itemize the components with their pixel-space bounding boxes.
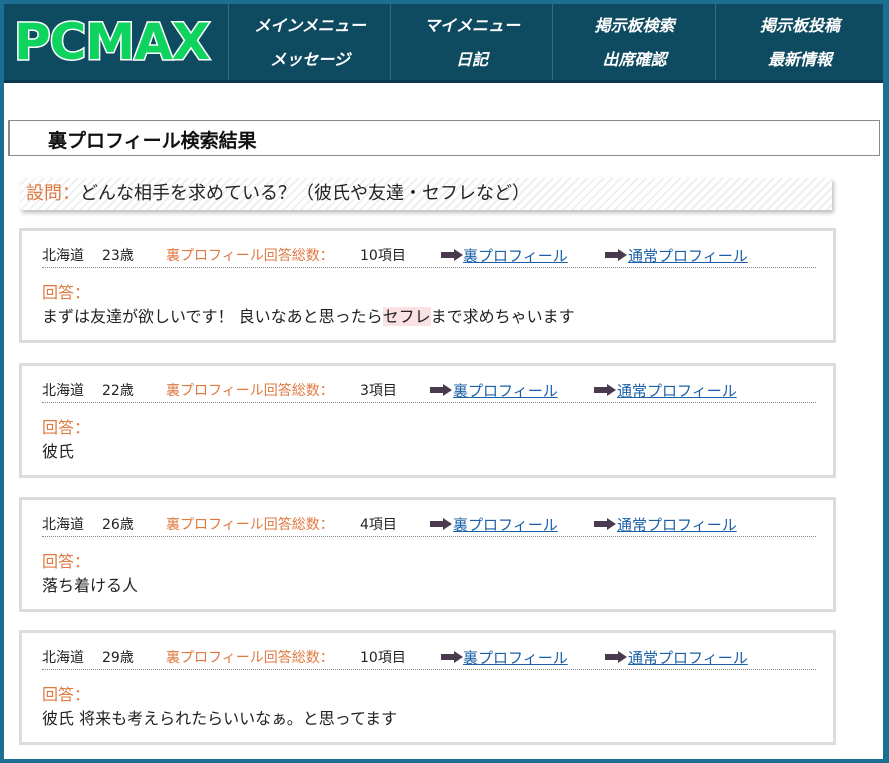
ura-profile-link[interactable]: 裏プロフィール [463, 245, 568, 266]
answer-label: 回答： [42, 283, 91, 302]
arrow-right-icon [605, 651, 627, 663]
region: 北海道 [42, 517, 84, 533]
nav-col-3: 掲示板検索 出席確認 [552, 4, 716, 80]
question-text: どんな相手を求めている？（彼氏や友達・セフレなど） [80, 183, 530, 204]
age: 26歳 [102, 517, 134, 533]
normal-profile-link[interactable]: 通常プロフィール [628, 245, 748, 266]
normal-profile-link[interactable]: 通常プロフィール [617, 514, 737, 535]
result-card: 北海道 26歳 裏プロフィール回答総数： 4項目 裏プロフィール 通常プロフィー… [19, 497, 836, 612]
nav-board-search[interactable]: 掲示板検索 [553, 10, 716, 42]
result-meta: 北海道 23歳 裏プロフィール回答総数： 10項目 裏プロフィール 通常プロフィ… [42, 241, 816, 268]
page-title: 裏プロフィール検索結果 [48, 130, 257, 152]
answer-count-label: 裏プロフィール回答総数： [166, 517, 334, 533]
answer-count: 10項目 [360, 650, 406, 666]
ura-profile-link[interactable]: 裏プロフィール [453, 514, 558, 535]
question-label: 設問： [26, 183, 80, 204]
arrow-right-icon [605, 249, 627, 261]
ura-profile-link[interactable]: 裏プロフィール [463, 647, 568, 668]
page-frame: PCMAX メインメニュー メッセージ マイメニュー 日記 掲示板検索 出席確認… [4, 4, 883, 759]
logo[interactable]: PCMAX [4, 4, 228, 80]
result-meta: 北海道 29歳 裏プロフィール回答総数： 10項目 裏プロフィール 通常プロフィ… [42, 643, 816, 670]
answer-count: 3項目 [360, 383, 397, 399]
normal-profile-link[interactable]: 通常プロフィール [617, 380, 737, 401]
answer-count-label: 裏プロフィール回答総数： [166, 650, 334, 666]
answer-text: 彼氏 [42, 442, 75, 461]
nav-my-menu[interactable]: マイメニュー [391, 10, 553, 42]
nav-col-2: マイメニュー 日記 [390, 4, 553, 80]
answer-highlight: セフレ [382, 307, 431, 326]
answer-count-label: 裏プロフィール回答総数： [166, 383, 334, 399]
result-meta: 北海道 26歳 裏プロフィール回答総数： 4項目 裏プロフィール 通常プロフィー… [42, 510, 816, 537]
arrow-right-icon [430, 518, 452, 530]
page-title-bar: 裏プロフィール検索結果 [8, 120, 880, 156]
answer-text: まずは友達が欲しいです！ 良いなあと思ったらセフレまで求めちゃいます [42, 303, 575, 327]
region: 北海道 [42, 248, 84, 264]
main-nav: メインメニュー メッセージ マイメニュー 日記 掲示板検索 出席確認 掲示板投稿… [228, 4, 883, 80]
result-card: 北海道 22歳 裏プロフィール回答総数： 3項目 裏プロフィール 通常プロフィー… [19, 363, 836, 478]
ura-profile-link[interactable]: 裏プロフィール [453, 380, 558, 401]
result-card: 北海道 29歳 裏プロフィール回答総数： 10項目 裏プロフィール 通常プロフィ… [19, 630, 836, 745]
answer-count-label: 裏プロフィール回答総数： [166, 248, 334, 264]
answer-text: 落ち着ける人 [42, 576, 139, 595]
nav-attendance[interactable]: 出席確認 [553, 44, 716, 76]
nav-diary[interactable]: 日記 [391, 44, 553, 76]
answer-text-post: まで求めちゃいます [430, 307, 575, 326]
result-card: 北海道 23歳 裏プロフィール回答総数： 10項目 裏プロフィール 通常プロフィ… [19, 228, 836, 343]
age: 29歳 [102, 650, 134, 666]
logo-text: PCMAX [12, 12, 211, 73]
answer-text: 彼氏 将来も考えられたらいいなぁ。と思ってます [42, 709, 398, 728]
answer-count: 10項目 [360, 248, 406, 264]
answer-label: 回答： [42, 418, 91, 437]
age: 23歳 [102, 248, 134, 264]
region: 北海道 [42, 383, 84, 399]
nav-main-menu[interactable]: メインメニュー [229, 10, 391, 42]
answer-text-pre: まずは友達が欲しいです！ 良いなあと思ったら [42, 307, 383, 326]
question-box: 設問：どんな相手を求めている？（彼氏や友達・セフレなど） [20, 178, 832, 210]
nav-board-post[interactable]: 掲示板投稿 [716, 10, 883, 42]
arrow-right-icon [441, 651, 463, 663]
region: 北海道 [42, 650, 84, 666]
nav-col-1: メインメニュー メッセージ [228, 4, 391, 80]
nav-latest-info[interactable]: 最新情報 [716, 44, 883, 76]
arrow-right-icon [594, 518, 616, 530]
arrow-right-icon [441, 249, 463, 261]
normal-profile-link[interactable]: 通常プロフィール [628, 647, 748, 668]
answer-label: 回答： [42, 685, 91, 704]
arrow-right-icon [594, 384, 616, 396]
nav-col-4: 掲示板投稿 最新情報 [715, 4, 883, 80]
nav-messages[interactable]: メッセージ [229, 44, 391, 76]
site-header: PCMAX メインメニュー メッセージ マイメニュー 日記 掲示板検索 出席確認… [4, 4, 883, 83]
result-meta: 北海道 22歳 裏プロフィール回答総数： 3項目 裏プロフィール 通常プロフィー… [42, 376, 816, 403]
age: 22歳 [102, 383, 134, 399]
answer-label: 回答： [42, 552, 91, 571]
arrow-right-icon [430, 384, 452, 396]
answer-count: 4項目 [360, 517, 397, 533]
